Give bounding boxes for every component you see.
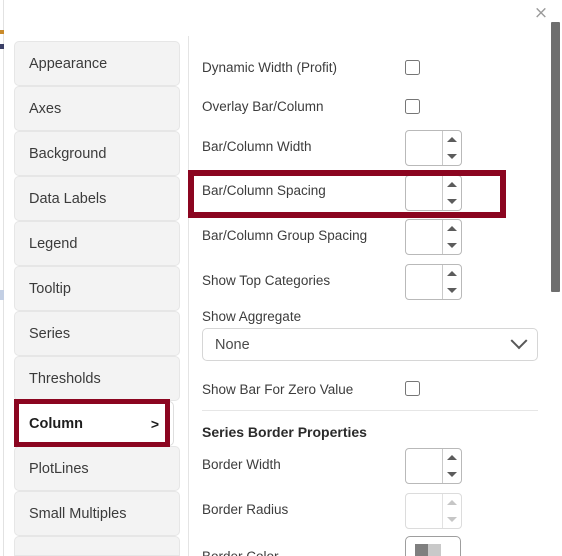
spinner-bar-column-width[interactable]: [405, 130, 462, 166]
sidebar-item-small-multiples[interactable]: Small Multiples: [14, 491, 180, 536]
sidebar-item-data-labels[interactable]: Data Labels: [14, 176, 180, 221]
row-label: Border Radius: [202, 502, 289, 517]
spinner-border-radius: [405, 493, 462, 529]
vertical-scrollbar-track[interactable]: [549, 0, 562, 556]
spinner-input-border-radius: [406, 494, 442, 528]
row-label: Overlay Bar/Column: [202, 99, 324, 114]
sidebar-item-label: Appearance: [29, 55, 108, 72]
sidebar-item-label: Axes: [29, 100, 62, 117]
row-label: Bar/Column Spacing: [202, 183, 326, 198]
spinner-down-icon[interactable]: [443, 282, 461, 299]
spinner-buttons[interactable]: [442, 265, 461, 299]
sidebar-item-label: Column: [29, 415, 83, 432]
sidebar-item-plotlines[interactable]: PlotLines: [14, 446, 180, 491]
spinner-down-icon[interactable]: [443, 237, 461, 254]
row-border-color: Border Color: [202, 549, 538, 556]
vertical-scrollbar-thumb[interactable]: [551, 22, 560, 292]
row-border-radius: Border Radius: [202, 502, 538, 517]
checkbox-overlay-bar-column[interactable]: [405, 99, 420, 114]
spinner-up-icon[interactable]: [443, 265, 461, 282]
spinner-up-icon: [443, 494, 461, 511]
left-edge-marker-navy: [0, 44, 4, 49]
label-show-aggregate: Show Aggregate: [202, 309, 302, 324]
sidebar-item-label: Tooltip: [29, 280, 71, 297]
settings-dialog: × Appearance Axes Background Data Labels…: [0, 0, 562, 556]
spinner-buttons[interactable]: [442, 449, 461, 483]
left-edge-marker-blue: [0, 290, 4, 300]
row-label: Bar/Column Group Spacing: [202, 228, 368, 243]
chevron-right-icon: >: [150, 415, 159, 432]
spinner-buttons[interactable]: [442, 220, 461, 254]
sidebar-item-label: Legend: [29, 235, 78, 252]
select-value: None: [215, 336, 250, 353]
sidebar-item-partial[interactable]: [14, 536, 180, 556]
left-edge-marker-orange: [0, 30, 4, 34]
sidebar-item-label: Data Labels: [29, 190, 107, 207]
row-bar-column-spacing: Bar/Column Spacing: [202, 183, 538, 198]
spinner-down-icon[interactable]: [443, 466, 461, 483]
sidebar-item-column[interactable]: Column >: [14, 401, 174, 446]
sidebar-item-series[interactable]: Series: [14, 311, 180, 356]
sidebar-item-label: Small Multiples: [29, 505, 127, 522]
spinner-down-icon[interactable]: [443, 193, 461, 210]
spinner-input-bar-column-width[interactable]: [406, 131, 442, 165]
color-swatch-primary: [415, 543, 428, 556]
spinner-up-icon[interactable]: [443, 449, 461, 466]
row-label: Border Width: [202, 457, 281, 472]
spinner-input-bar-column-spacing[interactable]: [406, 176, 442, 210]
row-dynamic-width: Dynamic Width (Profit): [202, 60, 538, 75]
sidebar-item-axes[interactable]: Axes: [14, 86, 180, 131]
sidebar-item-label: Series: [29, 325, 71, 342]
checkbox-dynamic-width[interactable]: [405, 60, 420, 75]
sidebar-item-legend[interactable]: Legend: [14, 221, 180, 266]
spinner-border-width[interactable]: [405, 448, 462, 484]
spinner-input-border-width[interactable]: [406, 449, 442, 483]
sidebar-item-thresholds[interactable]: Thresholds: [14, 356, 180, 401]
spinner-down-icon: [443, 511, 461, 528]
sidebar-item-tooltip[interactable]: Tooltip: [14, 266, 180, 311]
row-show-top-categories: Show Top Categories: [202, 273, 538, 288]
spinner-input-show-top-categories[interactable]: [406, 265, 442, 299]
select-show-aggregate[interactable]: None: [202, 328, 538, 361]
heading-series-border-properties: Series Border Properties: [202, 424, 367, 440]
color-swatch-secondary: [428, 543, 441, 556]
sidebar-item-label: Background: [29, 145, 107, 162]
spinner-input-bar-column-group-spacing[interactable]: [406, 220, 442, 254]
sidebar-item-appearance[interactable]: Appearance: [14, 41, 180, 86]
row-label: Dynamic Width (Profit): [202, 60, 338, 75]
spinner-buttons: [442, 494, 461, 528]
spinner-up-icon[interactable]: [443, 176, 461, 193]
checkbox-show-bar-zero-value[interactable]: [405, 381, 420, 396]
spinner-buttons[interactable]: [442, 131, 461, 165]
settings-sidebar: Appearance Axes Background Data Labels L…: [14, 41, 180, 556]
window-left-edge: [3, 0, 4, 556]
row-show-bar-zero-value: Show Bar For Zero Value: [202, 382, 538, 397]
sidebar-item-label: PlotLines: [29, 460, 89, 477]
row-border-width: Border Width: [202, 457, 538, 472]
column-settings-panel: Dynamic Width (Profit) Overlay Bar/Colum…: [202, 0, 542, 556]
spinner-down-icon[interactable]: [443, 148, 461, 165]
panel-divider: [188, 36, 189, 556]
spinner-up-icon[interactable]: [443, 220, 461, 237]
row-label: Bar/Column Width: [202, 139, 312, 154]
row-label: Show Bar For Zero Value: [202, 382, 354, 397]
row-label: Show Top Categories: [202, 273, 331, 288]
row-bar-column-width: Bar/Column Width: [202, 139, 538, 154]
row-bar-column-group-spacing: Bar/Column Group Spacing: [202, 228, 538, 243]
row-overlay-bar-column: Overlay Bar/Column: [202, 99, 538, 114]
chevron-down-icon: [510, 331, 528, 349]
spinner-show-top-categories[interactable]: [405, 264, 462, 300]
spinner-bar-column-spacing[interactable]: [405, 175, 462, 211]
sidebar-item-label: Thresholds: [29, 370, 101, 387]
row-label: Border Color: [202, 549, 279, 556]
spinner-buttons[interactable]: [442, 176, 461, 210]
spinner-up-icon[interactable]: [443, 131, 461, 148]
spinner-bar-column-group-spacing[interactable]: [405, 219, 462, 255]
color-swatch-border-color[interactable]: [405, 536, 461, 556]
sidebar-item-background[interactable]: Background: [14, 131, 180, 176]
section-divider: [202, 410, 538, 411]
